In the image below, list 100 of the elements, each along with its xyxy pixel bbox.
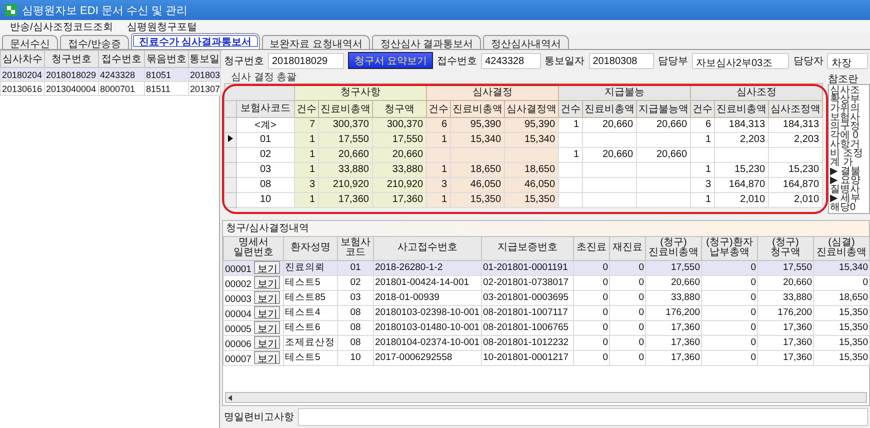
text-field[interactable]: 차장 [827,52,868,69]
table-cell: 10-201801-0001217 [482,350,574,366]
view-button[interactable]: 보기 [254,291,280,304]
table-cell: 0 [610,260,646,276]
table-cell: 0 [702,260,758,276]
column-header: 건수 [294,100,318,118]
menu-item[interactable]: 심평원청구포털 [126,20,197,34]
tab[interactable]: 진료수가 심사결과통보서 [130,33,260,49]
table-row[interactable]: 00001 보기 진료의뢰 01 2018-26280-1-2 01-201801-0001191 0 0 17,550 0 17,550 15,340 [224,260,870,276]
section-title: 청구/심사결정내역 [223,220,869,236]
text-field[interactable]: 2018018029 [268,52,344,69]
table-cell: 2,010 [768,192,823,208]
table-cell: 테스트6 [284,320,338,336]
column-header: 청구액 [372,100,427,118]
tab[interactable]: 정산심사 결과통보서 [372,35,482,49]
table-cell: 15,350 [814,305,870,320]
table-cell: 20180103-01480-10-001 [374,320,482,336]
table-cell: 02 [236,147,294,162]
table-row[interactable]: 00006 보기 조제료산정 08 20180104-02374-10-001 08-201801-1012232 0 0 17,360 0 17,360 15,350 [224,335,870,350]
column-header: 초진료 [574,236,610,260]
column-header: (청구) 청구액 [758,236,814,260]
table-cell: 95,390 [450,117,505,132]
view-button[interactable]: 보기 [254,336,280,349]
table-cell: 15,230 [768,162,823,178]
column-header: 보험사 코드 [338,236,374,260]
field-label: 담당부 [658,54,688,68]
table-cell: 164,870 [768,177,823,192]
table-cell: 15,340 [504,132,559,148]
table-cell: 0 [610,335,646,350]
column-header: 진료비총액 [450,100,505,118]
table-cell: 18,650 [504,162,559,178]
text-field[interactable]: 4243328 [481,52,541,69]
left-arrow-icon[interactable] [226,394,234,402]
table-cell: 20,660 [758,275,814,290]
horizontal-scrollbar[interactable] [225,392,867,403]
table-cell: 03 [236,162,294,178]
table-cell: 184,313 [768,117,823,132]
menu-item[interactable]: 반송/심사조정코드조회 [10,20,113,34]
table-cell: 2018-01-00939 [374,290,482,306]
table-row[interactable]: 00004 보기 테스트4 08 20180103-02398-10-001 08-201801-1007117 0 0 176,200 0 176,200 15,350 [224,305,870,320]
remark-field[interactable] [298,408,868,426]
table-cell: 10 [338,350,374,366]
table-cell: 08-201801-1006765 [482,320,574,336]
column-header: 건수 [690,100,715,118]
list-row[interactable]: 20180204 2018018029 4243328 81051 201803 [0,68,220,82]
app-icon [5,4,17,16]
table-cell: 17,360 [758,350,814,366]
table-cell: 03 [338,290,374,306]
table-cell: 0 [574,260,610,276]
column-header: 사고접수번호 [374,236,482,260]
table-cell: 0 [702,335,758,350]
table-cell: 8000701 [98,82,144,96]
summary-button[interactable]: 청구서 요약보기 [348,52,434,70]
table-cell: 20,660 [646,275,702,290]
table-cell: 0 [702,275,758,290]
list-row[interactable]: 20130616 2013040004 8000701 81511 201307 [0,82,220,96]
table-cell: 08-201801-1012232 [482,335,574,350]
table-row[interactable]: 00002 보기 테스트5 02 201801-00424-14-001 02-201801-0738017 0 0 20,660 0 20,660 0 [224,275,870,290]
table-cell: 02-201801-0738017 [482,275,574,290]
table-cell: 20,660 [582,147,637,162]
view-button[interactable]: 보기 [254,306,280,319]
view-button[interactable]: 보기 [254,351,280,364]
tab[interactable]: 문서수신 [2,35,58,49]
table-cell: 33,880 [758,290,814,306]
table-cell: 2017-0006292558 [374,350,482,366]
tab[interactable]: 보완자료 요청내역서 [262,35,370,49]
table-cell: 0 [574,275,610,290]
table-cell: 테스트4 [284,305,338,320]
table-cell: 0 [574,320,610,336]
table-row[interactable]: 00003 보기 테스트85 03 2018-01-00939 03-201801-0003695 0 0 33,880 0 33,880 18,650 [224,290,870,306]
table-cell: 15,340 [814,260,870,276]
table-cell: 17,550 [758,260,814,276]
text-field[interactable]: 20180308 [588,52,654,69]
table-row[interactable]: 00007 보기 테스트5 10 2017-0006292558 10-201801-0001217 0 0 17,360 0 17,360 15,350 [224,350,870,366]
table-cell: 0 [702,290,758,306]
column-header: 심사조정액 [768,100,823,118]
table-cell: 0 [610,350,646,366]
column-header: 건수 [558,100,583,118]
view-button[interactable]: 보기 [254,276,280,289]
table-cell: 2013040004 [44,82,98,96]
table-row[interactable]: 00005 보기 테스트6 08 20180103-01480-10-001 08-201801-1006765 0 0 17,360 0 17,360 15,350 [224,320,870,336]
reference-text: 심사조 확상부 가위의 보험사 의구정 각에 0 사항거 비 조정 계 가 ▶ 결불 ▶ 요양 질병사 ▶ 세부 해당0 [828,84,870,214]
table-cell: 17,360 [372,192,427,208]
column-header: (청구) 진료비총액 [646,236,702,260]
view-button[interactable]: 보기 [254,261,280,274]
table-cell: 33,880 [646,290,702,306]
tab[interactable]: 정산심사내역서 [483,35,570,49]
table-cell: 0 [610,320,646,336]
serial-number: 00003 [225,294,252,304]
field-label: 통보일자 [544,54,585,68]
table-cell: 210,920 [372,177,427,192]
tab[interactable]: 접수/반송증 [60,35,129,49]
table-cell: 164,870 [714,177,769,192]
table-cell: 0 [702,350,758,366]
text-field[interactable]: 자보심사2부03조 [692,52,790,69]
table-cell: 08 [236,177,294,192]
view-button[interactable]: 보기 [254,321,280,334]
table-cell: 0 [574,350,610,366]
table-cell: 진료의뢰 [284,260,338,276]
column-header: 보험사코드 [236,100,294,118]
